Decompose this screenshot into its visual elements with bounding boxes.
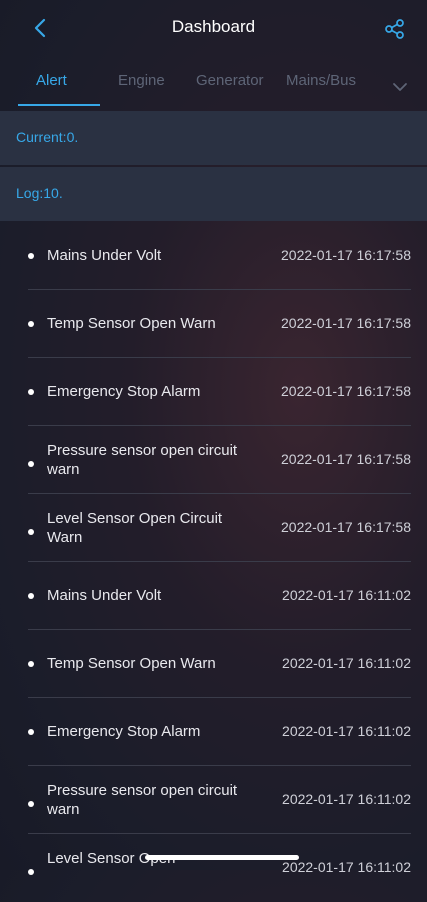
top-bar: Dashboard <box>0 0 427 56</box>
list-item[interactable]: Temp Sensor Open Warn 2022-01-17 16:11:0… <box>0 630 427 698</box>
alert-time: 2022-01-17 16:11:02 <box>282 723 411 739</box>
alert-label: Level Sensor Open Circuit Warn <box>47 510 223 546</box>
list-item[interactable]: Temp Sensor Open Warn 2022-01-17 16:17:5… <box>0 290 427 358</box>
alert-time: 2022-01-17 16:11:02 <box>282 587 411 603</box>
alert-time: 2022-01-17 16:17:58 <box>281 383 411 399</box>
alert-time: 2022-01-17 16:11:02 <box>282 791 411 807</box>
bullet-icon <box>28 593 34 599</box>
log-alerts-count: Log:10. <box>16 185 63 201</box>
list-item[interactable]: Level Sensor Open Circuit Warn 2022-01-1… <box>0 494 427 562</box>
bullet-icon <box>28 389 34 395</box>
current-alerts-row[interactable]: Current:0. <box>0 111 427 165</box>
current-alerts-count: Current:0. <box>16 129 79 145</box>
list-item[interactable]: Pressure sensor open circuit warn 2022-0… <box>0 426 427 494</box>
bullet-icon <box>28 321 34 327</box>
alert-label: Temp Sensor Open Warn <box>47 315 216 332</box>
tab-engine[interactable]: Engine <box>118 72 165 89</box>
alert-time: 2022-01-17 16:17:58 <box>281 451 411 467</box>
tab-mains-bus[interactable]: Mains/Bus <box>286 72 356 89</box>
home-indicator <box>145 855 299 860</box>
bullet-icon <box>28 253 34 259</box>
active-tab-indicator <box>18 104 100 106</box>
alert-time: 2022-01-17 16:17:58 <box>281 519 411 535</box>
list-item[interactable]: Mains Under Volt 2022-01-17 16:11:02 <box>0 562 427 630</box>
list-item[interactable]: Pressure sensor open circuit warn 2022-0… <box>0 766 427 834</box>
list-item[interactable]: Mains Under Volt 2022-01-17 16:17:58 <box>0 222 427 290</box>
bullet-icon <box>28 529 34 535</box>
alert-label: Mains Under Volt <box>47 587 162 604</box>
bullet-icon <box>28 461 34 467</box>
alert-label: Emergency Stop Alarm <box>47 723 201 740</box>
list-item[interactable]: Emergency Stop Alarm 2022-01-17 16:17:58 <box>0 358 427 426</box>
list-item[interactable]: Level Sensor Open 2022-01-17 16:11:02 <box>0 834 427 902</box>
tab-alert[interactable]: Alert <box>36 72 67 89</box>
alert-time: 2022-01-17 16:11:02 <box>282 859 411 875</box>
alert-label: Mains Under Volt <box>47 247 162 264</box>
tab-bar: Alert Engine Generator Mains/Bus <box>0 64 427 108</box>
alert-label: Emergency Stop Alarm <box>47 383 201 400</box>
alert-label: Pressure sensor open circuit warn <box>47 782 238 818</box>
page-title: Dashboard <box>171 17 256 36</box>
tab-generator[interactable]: Generator <box>196 72 264 89</box>
alert-time: 2022-01-17 16:17:58 <box>281 315 411 331</box>
chevron-down-icon[interactable] <box>390 76 410 96</box>
bullet-icon <box>28 729 34 735</box>
bullet-icon <box>28 801 34 807</box>
list-item[interactable]: Emergency Stop Alarm 2022-01-17 16:11:02 <box>0 698 427 766</box>
alert-time: 2022-01-17 16:17:58 <box>281 247 411 263</box>
log-alerts-row[interactable]: Log:10. <box>0 167 427 221</box>
bullet-icon <box>28 661 34 667</box>
alert-time: 2022-01-17 16:11:02 <box>282 655 411 671</box>
alert-label: Temp Sensor Open Warn <box>47 655 216 672</box>
share-icon[interactable] <box>384 18 406 40</box>
alert-label: Pressure sensor open circuit warn <box>47 442 238 478</box>
